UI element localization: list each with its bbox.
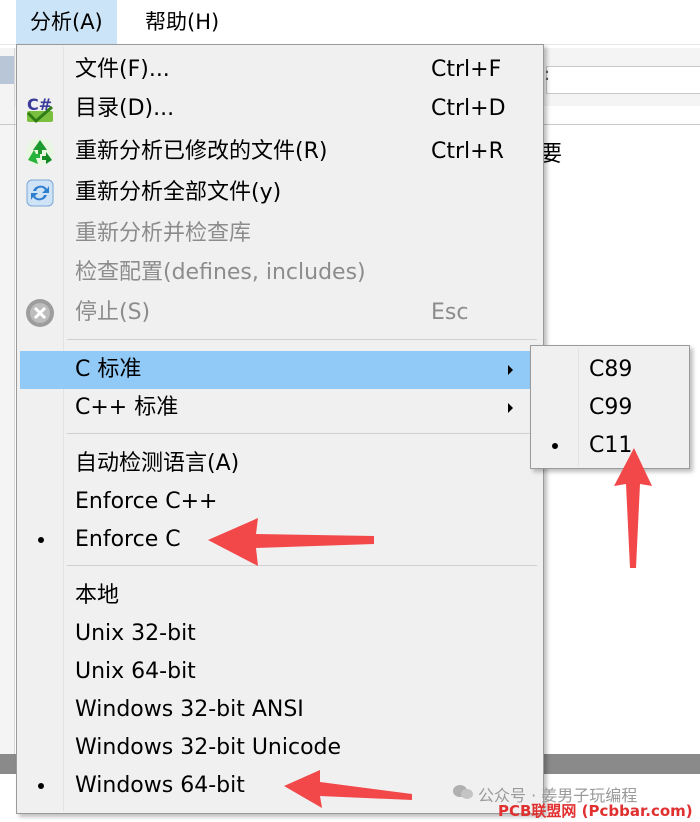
menu-item-label: Unix 64-bit (75, 659, 196, 684)
menu-item-file[interactable]: 文件(F)... Ctrl+F (20, 51, 538, 89)
menu-item-reanalyze-modified[interactable]: 重新分析已修改的文件(R) Ctrl+R (20, 133, 538, 171)
menu-item-enforce-c[interactable]: Enforce C (20, 521, 538, 559)
menu-item-reanalyze-check-library: 重新分析并检查库 (20, 215, 538, 253)
watermark-site: PCB联盟网 (Pcbbar.com) (498, 802, 693, 820)
menu-item-label: 目录(D)... (75, 96, 175, 121)
menu-item-label: 重新分析已修改的文件(R) (75, 139, 328, 164)
analyze-dropdown-menu: 文件(F)... Ctrl+F C# 目录(D)... Ctrl+D 重新分析已… (16, 44, 544, 814)
menu-item-label: Windows 32-bit ANSI (75, 697, 304, 722)
chat-bubble-icon (453, 785, 473, 799)
submenu-item-label: C11 (589, 433, 633, 458)
toolbar-pencil-icon[interactable] (0, 56, 14, 84)
submenu-arrow-icon (508, 403, 513, 413)
submenu-item-c99[interactable]: C99 (531, 389, 689, 427)
background-left-edge (0, 48, 15, 754)
menu-separator (67, 339, 537, 340)
menu-item-shortcut: Ctrl+R (431, 139, 504, 164)
menu-item-unix-64[interactable]: Unix 64-bit (20, 653, 538, 691)
menubar-help[interactable]: 帮助(H) (131, 0, 233, 44)
menu-item-label: 重新分析并检查库 (75, 221, 252, 246)
menu-item-label: C++ 标准 (75, 395, 179, 420)
menu-item-enforce-cpp[interactable]: Enforce C++ (20, 483, 538, 521)
menu-item-label: Unix 32-bit (75, 621, 196, 646)
background-field-prefix: : (544, 64, 551, 85)
menu-item-label: 本地 (75, 583, 120, 608)
menu-item-c-standard[interactable]: C 标准 (20, 351, 538, 389)
menu-item-label: 文件(F)... (75, 57, 170, 82)
menu-item-shortcut: Ctrl+D (431, 96, 506, 121)
menubar: 分析(A) 帮助(H) (0, 0, 700, 45)
menu-item-label: 检查配置(defines, includes) (75, 260, 366, 285)
submenu-arrow-icon (508, 365, 513, 375)
menu-item-label: Windows 32-bit Unicode (75, 735, 342, 760)
submenu-item-label: C99 (589, 395, 633, 420)
radio-bullet-icon (38, 537, 44, 543)
menu-item-unix-32[interactable]: Unix 32-bit (20, 615, 538, 653)
menu-item-cpp-standard[interactable]: C++ 标准 (20, 389, 538, 427)
radio-bullet-icon (38, 783, 44, 789)
submenu-item-label: C89 (589, 357, 633, 382)
stop-icon (26, 299, 54, 327)
menu-item-label: Windows 64-bit (75, 773, 245, 798)
c-standard-submenu: C89 C99 C11 (530, 345, 690, 469)
refresh-icon (26, 179, 54, 207)
menu-item-shortcut: Esc (431, 300, 469, 325)
menu-item-check-config: 检查配置(defines, includes) (20, 254, 538, 292)
csharp-folder-icon: C# (26, 95, 53, 124)
menu-item-directory[interactable]: C# 目录(D)... Ctrl+D (20, 90, 538, 128)
recycle-icon (26, 138, 54, 166)
svg-text:C#: C# (27, 95, 52, 114)
menubar-analyze[interactable]: 分析(A) (16, 0, 117, 44)
menu-item-auto-detect-language[interactable]: 自动检测语言(A) (20, 445, 538, 483)
submenu-item-c89[interactable]: C89 (531, 351, 689, 389)
menu-item-native[interactable]: 本地 (20, 577, 538, 615)
menu-item-reanalyze-all[interactable]: 重新分析全部文件(y) (20, 174, 538, 212)
menu-separator (67, 433, 537, 434)
background-input-field[interactable] (546, 66, 700, 94)
menu-item-stop: 停止(S) Esc (20, 294, 538, 332)
menu-item-label: C 标准 (75, 357, 142, 382)
radio-bullet-icon (552, 443, 558, 449)
menu-item-label: 自动检测语言(A) (75, 451, 240, 476)
menu-separator (67, 565, 537, 566)
submenu-item-c11[interactable]: C11 (531, 427, 689, 465)
menu-item-label: 重新分析全部文件(y) (75, 180, 282, 205)
menu-item-label: Enforce C (75, 527, 181, 552)
menu-item-shortcut: Ctrl+F (431, 57, 502, 82)
menu-item-label: Enforce C++ (75, 489, 218, 514)
menu-item-windows-32-ansi[interactable]: Windows 32-bit ANSI (20, 691, 538, 729)
menu-item-label: 停止(S) (75, 300, 151, 325)
menu-item-windows-32-unicode[interactable]: Windows 32-bit Unicode (20, 729, 538, 767)
